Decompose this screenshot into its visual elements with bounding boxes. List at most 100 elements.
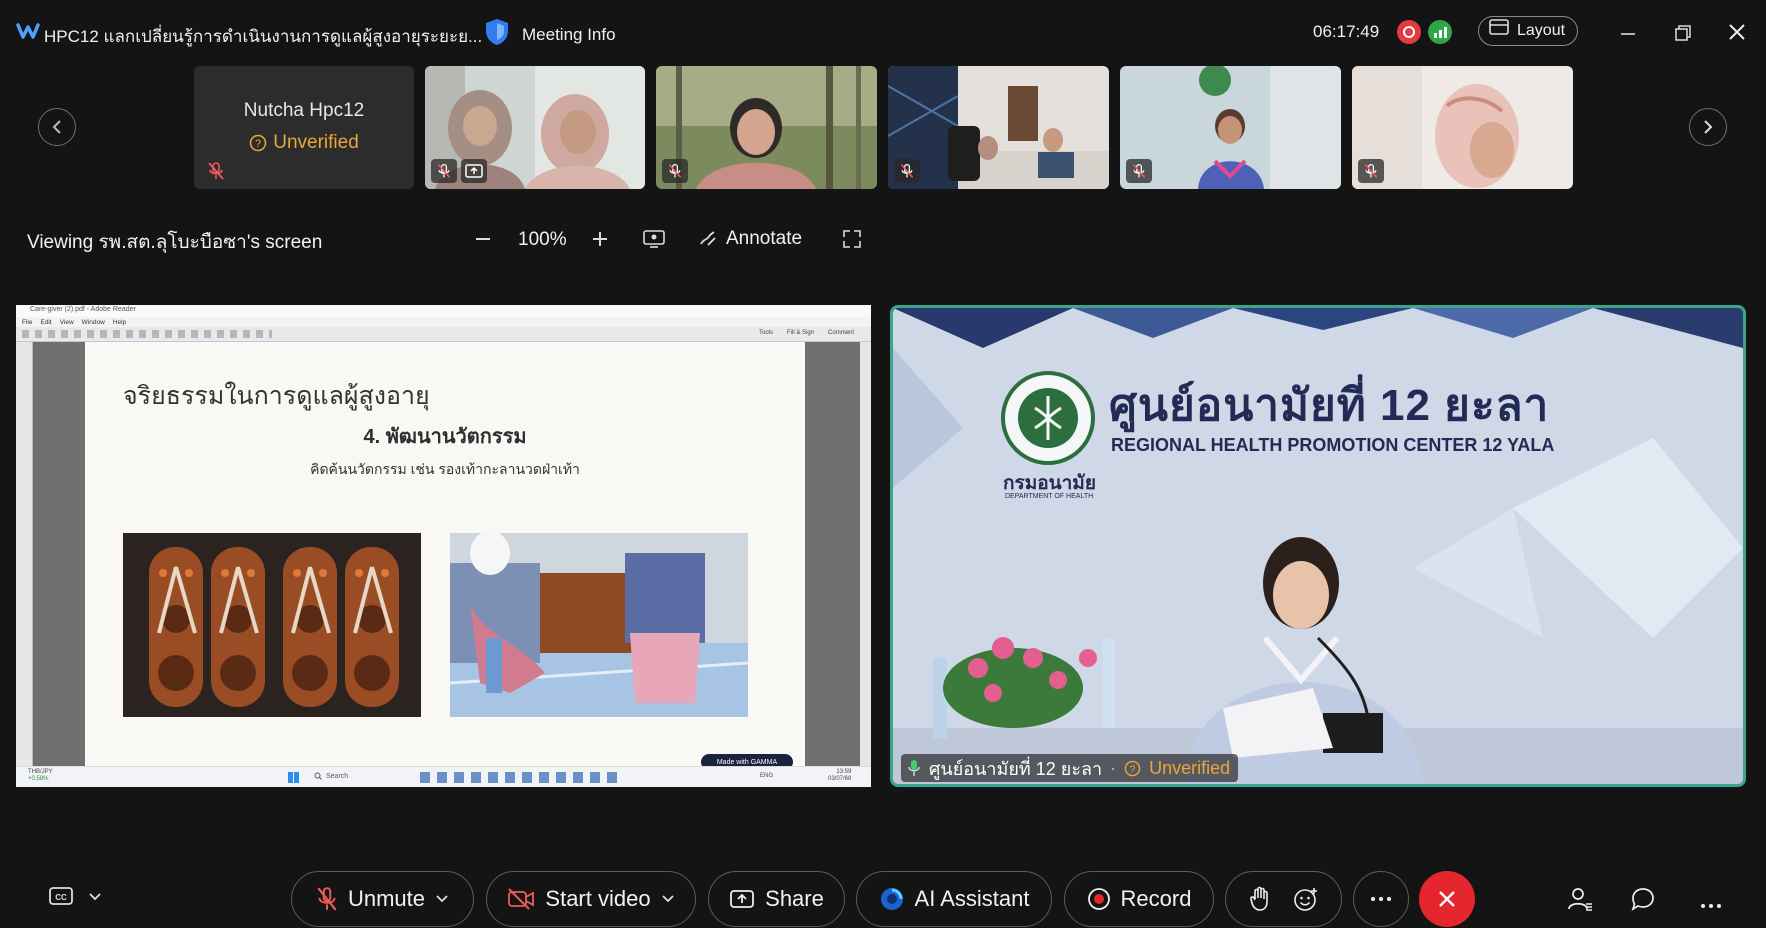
svg-text:?: ?	[255, 138, 261, 150]
participant-video	[425, 66, 645, 189]
meeting-title: HPC12 แลกเปลี่ยนรู้การดำเนินงานการดูแลผู…	[44, 27, 483, 46]
start-video-button[interactable]: Start video	[486, 871, 696, 927]
shared-screen[interactable]: Care-giver (2).pdf - Adobe Reader File E…	[16, 305, 871, 787]
sandals-photo	[123, 533, 421, 717]
pen-icon	[700, 231, 716, 246]
closed-captions-icon: CC	[49, 887, 73, 905]
screen-options-icon[interactable]	[642, 229, 666, 254]
participant-video	[1120, 66, 1341, 189]
share-screen-icon	[730, 890, 755, 908]
participant-video	[888, 66, 1109, 189]
close-icon	[1439, 891, 1455, 907]
share-button[interactable]: Share	[708, 871, 845, 927]
svg-text:?: ?	[1130, 764, 1136, 775]
chevron-down-icon	[661, 895, 674, 903]
filmstrip-prev-button[interactable]	[38, 108, 76, 146]
minus-icon	[476, 238, 490, 240]
active-speaker-video[interactable]: ศูนย์อนามัยที่ 12 ยะลา REGIONAL HEALTH P…	[890, 305, 1746, 787]
leave-meeting-button[interactable]	[1419, 871, 1475, 927]
reader-side-panel	[16, 342, 33, 766]
slide-subtext: คิดค้นนวัตกรรม เช่น รองเท้ากะลานวดฝ่าเท้…	[310, 461, 580, 477]
participant-video-tile[interactable]	[888, 66, 1109, 189]
muted-mic-icon	[894, 159, 920, 183]
record-label: Record	[1120, 886, 1192, 911]
layout-button[interactable]: Layout	[1478, 16, 1579, 46]
participant-video-tile[interactable]	[1352, 66, 1573, 189]
participant-video-tile[interactable]	[425, 66, 645, 189]
svg-text:CC: CC	[55, 893, 67, 902]
slide-heading: 4. พัฒนานวัตกรรม	[363, 426, 527, 448]
participant-tile[interactable]: Nutcha Hpc12 ? Unverified	[194, 66, 414, 189]
unverified-label: Unverified	[273, 132, 359, 153]
raise-hand-button[interactable]	[1249, 886, 1271, 912]
chevron-right-icon	[1704, 120, 1713, 134]
comment-link[interactable]: Comment	[828, 330, 854, 336]
speaker-name-tag: ศูนย์อนามัยที่ 12 ยะลา · ? Unverified	[901, 754, 1239, 782]
muted-mic-icon	[662, 159, 688, 183]
close-window-icon[interactable]	[1728, 23, 1746, 47]
fullscreen-icon[interactable]	[842, 229, 862, 254]
meeting-info-button[interactable]: Meeting Info	[484, 18, 616, 51]
unmute-button[interactable]: Unmute	[291, 871, 474, 927]
zoom-in-button[interactable]	[591, 230, 609, 253]
layout-icon	[1489, 16, 1509, 46]
taskbar-app-icons[interactable]	[420, 772, 620, 783]
reader-scrollbar[interactable]	[860, 342, 871, 766]
reader-toolbar: Tools Fill & Sign Comment	[16, 327, 871, 342]
minimize-icon[interactable]	[1620, 20, 1636, 46]
zoom-level: 100%	[518, 229, 567, 250]
participant-video-tile[interactable]	[656, 66, 877, 189]
help-circle-icon: ?	[249, 134, 267, 152]
annotate-label: Annotate	[726, 228, 803, 249]
menu-file[interactable]: File	[22, 319, 32, 326]
taskbar-lang: ENG	[760, 773, 774, 779]
more-options-button[interactable]	[1353, 871, 1409, 927]
network-quality-icon[interactable]	[1428, 20, 1452, 44]
shield-icon	[484, 18, 510, 51]
muted-mic-icon	[431, 159, 457, 183]
participant-video	[1352, 66, 1573, 189]
menu-edit[interactable]: Edit	[40, 319, 51, 326]
hand-icon	[1249, 886, 1268, 911]
backdrop-english-title: REGIONAL HEALTH PROMOTION CENTER 12 YALA	[1111, 435, 1555, 455]
sharing-icon	[461, 159, 487, 183]
annotate-button[interactable]: Annotate	[698, 228, 802, 250]
tools-link[interactable]: Tools	[759, 330, 773, 336]
menu-help[interactable]: Help	[113, 319, 126, 326]
chat-button[interactable]	[1630, 886, 1656, 917]
captions-button[interactable]: CC	[48, 886, 102, 908]
more-panels-button[interactable]	[1700, 896, 1722, 914]
backdrop-thai-title: ศูนย์อนามัยที่ 12 ยะลา	[1109, 381, 1550, 430]
chevron-left-icon	[52, 120, 61, 134]
reactions-button[interactable]	[1293, 886, 1319, 912]
participants-button[interactable]	[1566, 885, 1594, 918]
participants-icon	[1568, 888, 1592, 911]
slide-page: จริยธรรมในการดูแลผู้สูงอายุ 4. พัฒนานวัต…	[85, 342, 805, 770]
restore-icon[interactable]	[1675, 24, 1691, 47]
recording-indicator-icon	[1397, 20, 1421, 44]
fill-sign-link[interactable]: Fill & Sign	[787, 330, 814, 336]
participant-video-tile[interactable]	[1120, 66, 1341, 189]
taskbar-time: 13:59	[836, 769, 852, 775]
record-button[interactable]: Record	[1064, 871, 1214, 927]
record-icon	[1087, 888, 1110, 910]
menu-window[interactable]: Window	[82, 319, 105, 326]
ai-assistant-button[interactable]: AI Assistant	[856, 871, 1052, 927]
zoom-out-button[interactable]	[474, 230, 492, 253]
windows-taskbar: THB/JPY +0.58% Search ENG 13:59 03/07/68	[16, 766, 871, 787]
ai-assistant-icon	[880, 888, 903, 910]
search-icon	[314, 772, 322, 780]
filmstrip-next-button[interactable]	[1689, 108, 1727, 146]
video-off-icon	[508, 888, 535, 910]
help-circle-icon: ?	[1124, 760, 1141, 776]
slide-title: จริยธรรมในการดูแลผู้สูงอายุ	[123, 382, 430, 410]
windows-start-icon[interactable]	[288, 772, 299, 783]
chat-icon	[1631, 888, 1654, 911]
muted-mic-icon	[317, 887, 337, 911]
taskbar-search[interactable]: Search	[314, 772, 348, 780]
menu-view[interactable]: View	[60, 319, 74, 326]
viewing-label: Viewing รพ.สต.ลุโบะบือซา's screen	[27, 232, 323, 253]
unmute-label: Unmute	[347, 886, 426, 911]
more-icon	[1701, 904, 1721, 908]
muted-mic-icon	[1358, 159, 1384, 183]
